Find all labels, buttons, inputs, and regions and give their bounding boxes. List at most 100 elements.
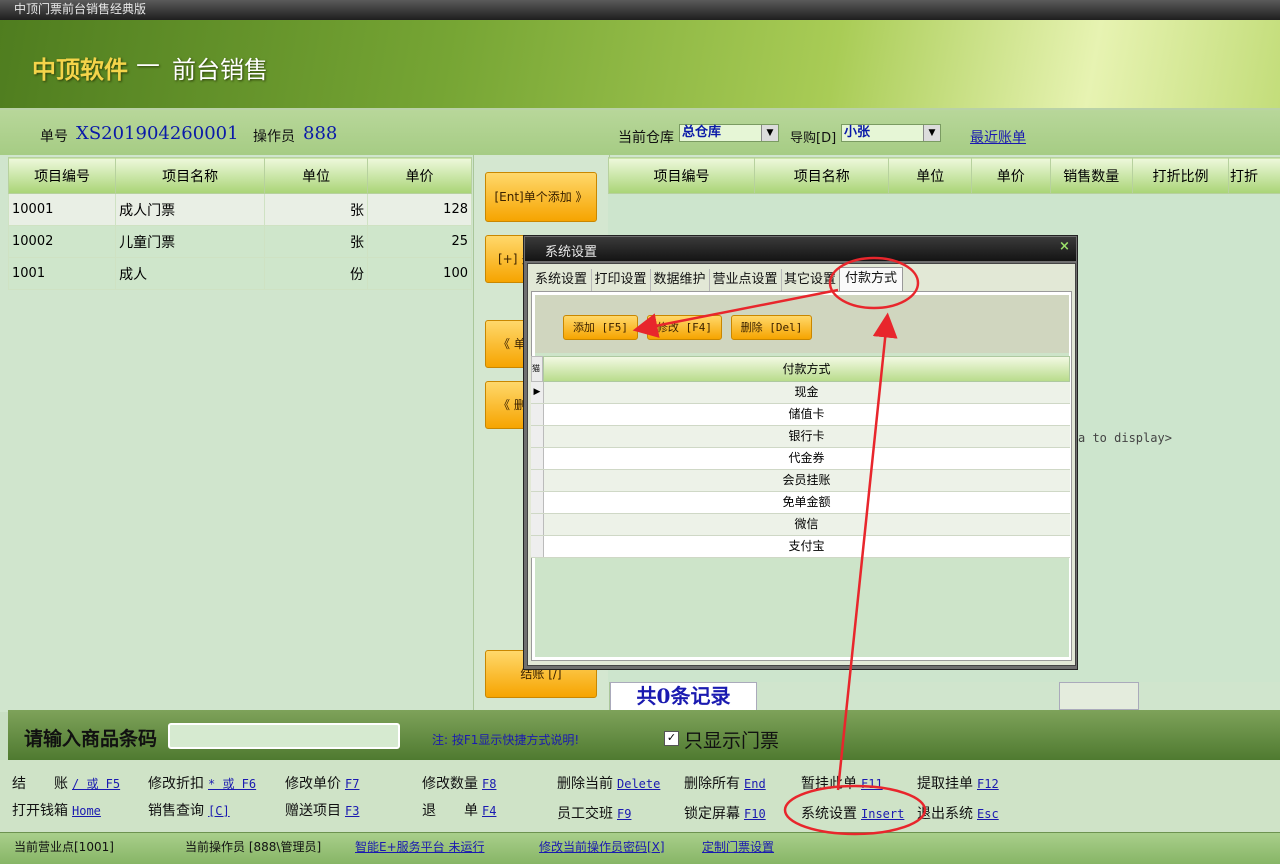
delete-payment-button[interactable]: 删除 [Del]	[731, 315, 812, 340]
shortcut-key[interactable]: Home	[72, 804, 101, 818]
payment-method: 现金	[543, 382, 1070, 403]
shortcut-quantity[interactable]: 修改数量F8	[422, 773, 496, 793]
shortcut-key[interactable]: F4	[482, 804, 496, 818]
status-business-point: 当前营业点[1001]	[14, 838, 114, 855]
shortcut-price[interactable]: 修改单价F7	[285, 773, 359, 793]
barcode-input[interactable]	[168, 723, 400, 749]
list-item[interactable]: 免单金额	[531, 492, 1070, 514]
table-row[interactable]: 1001 成人 份 100	[9, 258, 472, 290]
no-data-text: a to display>	[1078, 431, 1172, 445]
shortcut-key[interactable]: F3	[345, 804, 359, 818]
add-single-button[interactable]: [Ent]单个添加 》	[485, 172, 597, 222]
shortcut-key[interactable]: / 或 F5	[72, 777, 120, 791]
column-header[interactable]: 销售数量	[1050, 158, 1132, 194]
table-row[interactable]: 10001 成人门票 张 128	[9, 194, 472, 226]
column-header[interactable]: 单价	[971, 158, 1050, 194]
cell-price: 128	[368, 194, 472, 226]
shortcut-label: 暂挂此单	[801, 776, 857, 792]
warehouse-select[interactable]: 总仓库 ▼	[679, 124, 779, 142]
cell-name: 儿童门票	[116, 226, 265, 258]
tab-data-maintenance[interactable]: 数据维护	[650, 269, 710, 291]
brand-name: 中顶软件	[32, 50, 128, 85]
edit-payment-button[interactable]: 修改 [F4]	[647, 315, 722, 340]
shortcut-lock-screen[interactable]: 锁定屏幕F10	[684, 803, 766, 823]
shortcut-cash-drawer[interactable]: 打开钱箱Home	[12, 800, 101, 820]
chevron-down-icon[interactable]: ▼	[923, 125, 940, 141]
ticket-settings-link[interactable]: 定制门票设置	[702, 838, 774, 855]
list-item[interactable]: 微信	[531, 514, 1070, 536]
shortcut-key[interactable]: F7	[345, 777, 359, 791]
column-header[interactable]: 付款方式	[543, 356, 1070, 382]
tab-other-settings[interactable]: 其它设置	[781, 269, 840, 291]
column-header[interactable]: 打折	[1228, 158, 1280, 194]
shortcut-label: 删除当前	[557, 776, 613, 792]
product-table: 项目编号 项目名称 单位 单价 10001 成人门票 张 128 10002 儿…	[8, 157, 472, 290]
shortcut-sales-query[interactable]: 销售查询[C]	[148, 800, 230, 820]
dialog-titlebar[interactable]	[525, 237, 1076, 261]
shortcut-discount[interactable]: 修改折扣* 或 F6	[148, 773, 256, 793]
shortcut-retrieve-bill[interactable]: 提取挂单 F12	[917, 773, 999, 793]
list-item[interactable]: 储值卡	[531, 404, 1070, 426]
shortcut-hold-bill[interactable]: 暂挂此单 F11	[801, 773, 883, 793]
cell-price: 25	[368, 226, 472, 258]
operator-number: 888	[303, 123, 337, 144]
barcode-label: 请输入商品条码	[24, 724, 157, 751]
tab-payment-methods[interactable]: 付款方式	[839, 267, 903, 292]
only-tickets-label[interactable]: 只显示门票	[684, 726, 779, 753]
payment-method: 代金券	[543, 448, 1070, 469]
shortcut-key[interactable]: F10	[744, 807, 766, 821]
shortcut-label: 员工交班	[557, 806, 613, 822]
list-item[interactable]: ▶现金	[531, 382, 1070, 404]
column-header[interactable]: 单位	[889, 158, 971, 194]
cell-unit: 张	[265, 194, 368, 226]
tab-print-settings[interactable]: 打印设置	[591, 269, 651, 291]
shortcut-key[interactable]: F11	[861, 777, 883, 791]
column-header[interactable]: 单价	[368, 158, 472, 194]
shortcut-key[interactable]: End	[744, 777, 766, 791]
column-header[interactable]: 项目名称	[755, 158, 889, 194]
shortcut-label: 赠送项目	[285, 803, 341, 819]
list-item[interactable]: 代金券	[531, 448, 1070, 470]
payment-method: 微信	[543, 514, 1070, 535]
shortcut-key[interactable]: [C]	[208, 804, 230, 818]
shortcut-key[interactable]: Esc	[977, 807, 999, 821]
tab-system-settings[interactable]: 系统设置	[531, 269, 592, 291]
list-item[interactable]: 会员挂账	[531, 470, 1070, 492]
shortcut-key[interactable]: F9	[617, 807, 631, 821]
shortcut-key[interactable]: Delete	[617, 777, 660, 791]
recent-bills-link[interactable]: 最近账单	[970, 127, 1026, 147]
column-header[interactable]: 项目编号	[609, 158, 755, 194]
chevron-down-icon[interactable]: ▼	[761, 125, 778, 141]
shortcut-shift-change[interactable]: 员工交班 F9	[557, 803, 631, 823]
list-item[interactable]: 银行卡	[531, 426, 1070, 448]
only-tickets-checkbox[interactable]: ✓	[664, 731, 679, 746]
table-row[interactable]: 10002 儿童门票 张 25	[9, 226, 472, 258]
shortcut-delete-current[interactable]: 删除当前 Delete	[557, 773, 660, 793]
tab-business-point-settings[interactable]: 营业点设置	[709, 269, 782, 291]
brand-separator: —	[136, 50, 160, 78]
close-icon[interactable]: ×	[1059, 239, 1070, 254]
column-header[interactable]: 项目名称	[116, 158, 265, 194]
list-item[interactable]: 支付宝	[531, 536, 1070, 558]
column-header[interactable]: 打折比例	[1133, 158, 1229, 194]
shortcut-key[interactable]: F8	[482, 777, 496, 791]
add-payment-button[interactable]: 添加 [F5]	[563, 315, 638, 340]
shortcut-checkout[interactable]: 结 账/ 或 F5	[12, 773, 120, 793]
shortcut-delete-all[interactable]: 删除所有 End	[684, 773, 766, 793]
status-platform-link[interactable]: 智能E+服务平台 未运行	[355, 838, 484, 855]
shortcut-gift[interactable]: 赠送项目 F3	[285, 800, 359, 820]
shortcut-label: 提取挂单	[917, 776, 973, 792]
shortcut-system-settings[interactable]: 系统设置Insert	[801, 803, 904, 823]
column-header[interactable]: 单位	[265, 158, 368, 194]
shortcut-refund[interactable]: 退 单F4	[422, 800, 496, 820]
change-password-link[interactable]: 修改当前操作员密码[X]	[539, 838, 665, 855]
grid-corner: 猫	[531, 356, 543, 382]
column-header[interactable]: 项目编号	[9, 158, 116, 194]
guide-select[interactable]: 小张 ▼	[841, 124, 941, 142]
cell-unit: 张	[265, 226, 368, 258]
shortcut-label: 删除所有	[684, 776, 740, 792]
shortcut-key[interactable]: * 或 F6	[208, 777, 256, 791]
shortcut-key[interactable]: F12	[977, 777, 999, 791]
shortcut-exit[interactable]: 退出系统Esc	[917, 803, 999, 823]
shortcut-key[interactable]: Insert	[861, 807, 904, 821]
